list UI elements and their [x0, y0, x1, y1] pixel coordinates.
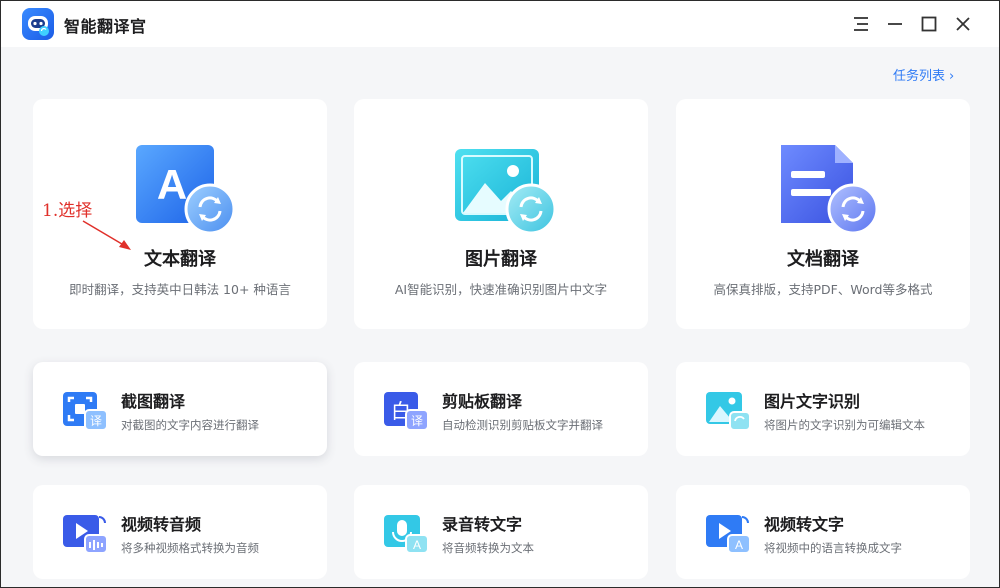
- menu-icon[interactable]: [849, 12, 873, 36]
- card-title: 视频转音频: [121, 515, 202, 534]
- card-description: 高保真排版，支持PDF、Word等多格式: [713, 282, 933, 297]
- card-description: 将图片的文字识别为可编辑文本: [764, 418, 925, 432]
- card-description: 将音频转换为文本: [442, 541, 534, 555]
- image-translate-icon: [451, 143, 557, 235]
- card-title: 视频转文字: [764, 515, 845, 534]
- task-list-label: 任务列表: [893, 69, 946, 84]
- screenshot-translate-card[interactable]: 译 截图翻译 对截图的文字内容进行翻译: [33, 362, 327, 456]
- minimize-icon[interactable]: [883, 12, 907, 36]
- card-description: 对截图的文字内容进行翻译: [121, 418, 259, 432]
- audio-to-text-icon: A: [382, 511, 430, 555]
- task-list-link[interactable]: 任务列表 ›: [893, 65, 954, 84]
- card-title: 文档翻译: [787, 249, 859, 270]
- screenshot-translate-icon: 译: [61, 388, 109, 432]
- document-translate-card[interactable]: 文档翻译 高保真排版，支持PDF、Word等多格式: [676, 99, 970, 329]
- card-description: 将多种视频格式转换为音频: [121, 541, 259, 555]
- title-bar[interactable]: 智能翻译官: [1, 1, 999, 47]
- video-to-audio-icon: [61, 511, 109, 555]
- close-icon[interactable]: [951, 12, 975, 36]
- card-title: 截图翻译: [121, 392, 186, 411]
- video-to-audio-card[interactable]: 视频转音频 将多种视频格式转换为音频: [33, 485, 327, 579]
- chevron-right-icon: ›: [949, 69, 955, 84]
- video-to-text-card[interactable]: A 视频转文字 将视频中的语言转换成文字: [676, 485, 970, 579]
- svg-text:A: A: [735, 538, 743, 552]
- svg-text:A: A: [413, 538, 421, 552]
- app-window: 智能翻译官 任务列表 › A 文本翻译 即时翻译，支持英中日韩法 10+ 种语言…: [0, 0, 1000, 588]
- svg-text:译: 译: [411, 414, 423, 428]
- clipboard-translate-card[interactable]: 白 译 剪贴板翻译 自动检测识别剪贴板文字并翻译: [354, 362, 648, 456]
- app-title: 智能翻译官: [64, 17, 147, 36]
- card-title: 图片文字识别: [764, 392, 861, 411]
- svg-text:A: A: [157, 161, 187, 208]
- card-description: 自动检测识别剪贴板文字并翻译: [442, 418, 603, 432]
- clipboard-translate-icon: 白 译: [382, 388, 430, 432]
- card-description: 即时翻译，支持英中日韩法 10+ 种语言: [69, 282, 291, 297]
- image-ocr-icon: [704, 388, 752, 432]
- app-logo-icon: [22, 8, 54, 40]
- image-translate-card[interactable]: 图片翻译 AI智能识别，快速准确识别图片中文字: [354, 99, 648, 329]
- card-title: 文本翻译: [144, 249, 216, 270]
- image-ocr-card[interactable]: 图片文字识别 将图片的文字识别为可编辑文本: [676, 362, 970, 456]
- text-translate-icon: A: [130, 143, 236, 235]
- audio-to-text-card[interactable]: A 录音转文字 将音频转换为文本: [354, 485, 648, 579]
- video-to-text-icon: A: [704, 511, 752, 555]
- card-description: AI智能识别，快速准确识别图片中文字: [394, 282, 608, 297]
- card-description: 将视频中的语言转换成文字: [764, 541, 902, 555]
- card-title: 录音转文字: [442, 515, 523, 534]
- annotation-arrow-icon: [82, 220, 131, 250]
- maximize-icon[interactable]: [917, 12, 941, 36]
- document-translate-icon: [773, 143, 879, 235]
- card-title: 剪贴板翻译: [442, 392, 523, 411]
- card-title: 图片翻译: [465, 249, 537, 270]
- svg-text:译: 译: [90, 414, 102, 428]
